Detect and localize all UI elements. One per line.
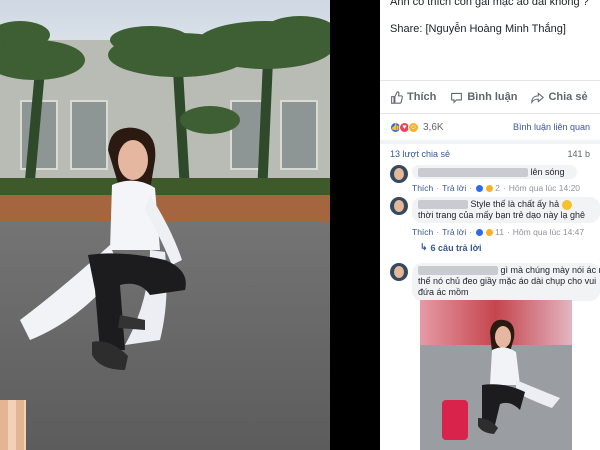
reaction-count[interactable]: 3,6K	[423, 122, 444, 133]
comment-reaction-count: 11	[495, 227, 504, 237]
comment-icon	[451, 92, 463, 104]
redacted-name	[418, 266, 498, 276]
comment-like-link[interactable]: Thích	[412, 183, 433, 193]
comment-bubble: gì mà chúng mày nói ác m thế nó chủ đeo …	[412, 263, 600, 301]
redacted-name	[418, 200, 468, 210]
comment-button[interactable]: Bình luận	[450, 91, 517, 104]
post-photo[interactable]	[0, 0, 330, 450]
avatar-face	[394, 200, 404, 212]
comment-meta: Thích · Trả lời · 2 · Hôm qua lúc 14:20	[412, 183, 581, 193]
comment-item: gì mà chúng mày nói ác m thế nó chủ đeo …	[390, 263, 600, 303]
comment-timestamp[interactable]: Hôm qua lúc 14:47	[513, 227, 584, 237]
like-button[interactable]: Thích	[390, 90, 437, 104]
comment-text-line2: thời trang của mấy bạn trẻ dạo này lạ gh…	[418, 210, 586, 220]
related-comments-filter[interactable]: Bình luận liên quan	[513, 122, 590, 132]
comment-button-label: Bình luận	[467, 91, 518, 103]
post-action-bar: Thích Bình luận Chia sẻ	[380, 80, 600, 114]
thumbs-up-icon	[391, 90, 403, 104]
comment-reply-link[interactable]: Trả lời	[442, 227, 466, 237]
comment-bubble: lên sóng	[412, 165, 577, 179]
haha-reaction-icon	[485, 227, 495, 237]
section-divider	[380, 140, 600, 144]
redacted-name	[418, 168, 528, 178]
photo-woman-figure	[20, 127, 186, 370]
post-caption: Anh có thích con gái mặc áo dài không ?	[390, 0, 589, 8]
avatar[interactable]	[390, 197, 408, 215]
haha-reaction-icon: ☺	[408, 121, 419, 133]
haha-reaction-icon	[485, 183, 495, 193]
comment-text-line3: đứa ác mồm	[418, 287, 469, 297]
like-reaction-icon	[475, 227, 485, 237]
avatar[interactable]	[390, 165, 408, 183]
comment-text-line1: gì mà chúng mày nói ác m	[500, 265, 600, 275]
comment-count[interactable]: 141 b	[567, 149, 590, 159]
share-count-link[interactable]: 13 lượt chia sẻ	[390, 149, 450, 159]
like-reaction-icon	[475, 183, 485, 193]
comment-reply-link[interactable]: Trả lời	[442, 183, 466, 193]
post-share-credit: Share: [Nguyễn Hoàng Minh Thắng]	[390, 23, 566, 35]
comment-text-line2: thế nó chủ đeo giầy mặc áo dài chụp cho …	[418, 276, 597, 286]
shares-row: 13 lượt chia sẻ 141 b	[380, 146, 600, 162]
comment-timestamp[interactable]: Hôm qua lúc 14:20	[509, 183, 580, 193]
view-replies-link[interactable]: ↳ 6 câu trả lời	[420, 242, 481, 253]
avatar[interactable]	[390, 263, 408, 281]
reply-arrow-icon: ↳	[420, 242, 428, 252]
comment-attached-photo[interactable]	[420, 300, 572, 450]
avatar-face	[394, 266, 404, 278]
share-button[interactable]: Chia sẻ	[531, 91, 588, 104]
comment-like-link[interactable]: Thích	[412, 227, 433, 237]
comment-item: lên sóng Thích · Trả lời · 2 · Hôm qua l…	[390, 165, 600, 200]
image-divider	[330, 0, 380, 450]
comment-bubble: Style thế là chất ấy hả thời trang của m…	[412, 197, 600, 223]
comment-text: lên sóng	[530, 167, 565, 177]
reaction-icons[interactable]: 👍 ♥ ☺	[390, 121, 419, 133]
reactions-summary: 👍 ♥ ☺ 3,6K Bình luận liên quan	[380, 116, 600, 138]
photo-red-bag	[442, 400, 468, 440]
share-arrow-icon	[531, 91, 545, 104]
like-button-label: Thích	[407, 91, 437, 103]
comment-item: Style thế là chất ấy hả thời trang của m…	[390, 197, 600, 257]
comment-text-line1: Style thế là chất ấy hả	[470, 199, 560, 209]
comment-meta: Thích · Trả lời · 11 · Hôm qua lúc 14:47	[412, 227, 585, 237]
replies-label: 6 câu trả lời	[430, 242, 482, 253]
pixelated-watermark	[0, 400, 26, 450]
share-button-label: Chia sẻ	[548, 91, 588, 103]
smile-emoji-icon	[561, 199, 572, 210]
comment-reaction-count: 2	[495, 183, 500, 193]
avatar-face	[394, 168, 404, 180]
